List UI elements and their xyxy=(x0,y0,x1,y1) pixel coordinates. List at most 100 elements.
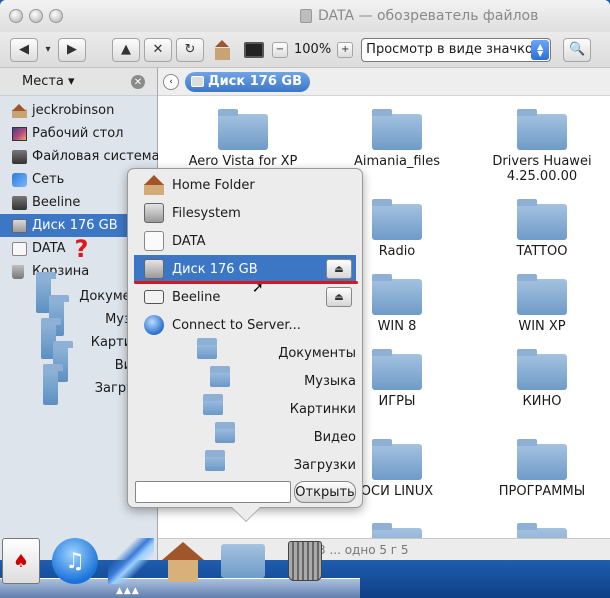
folder-item[interactable]: Aimania_files xyxy=(322,109,472,169)
folder-name: Drivers Huawei 4.25.00.00 xyxy=(492,154,592,184)
roof-shape xyxy=(162,542,204,560)
folder-icon xyxy=(372,199,422,240)
sidebar-item-label: Сеть xyxy=(32,172,65,187)
reload-button[interactable]: ↻ xyxy=(176,37,204,62)
popup-item-downloads[interactable]: Загрузки xyxy=(134,450,356,479)
sidebar-item-filesystem[interactable]: Файловая система xyxy=(0,145,160,168)
popup-item-filesystem[interactable]: Filesystem xyxy=(134,199,356,227)
folder-dock-icon[interactable] xyxy=(220,538,266,584)
folder-item[interactable]: Aero Vista for XP xyxy=(168,109,318,169)
minimize-window-button[interactable] xyxy=(29,9,43,23)
folder-icon xyxy=(221,544,265,578)
select-arrows-icon: ▲ ▼ xyxy=(531,39,550,60)
close-sidebar-button[interactable]: ✕ xyxy=(131,75,145,89)
folder-name: ОСИ LINUX xyxy=(360,484,434,499)
folder-icon xyxy=(210,366,231,387)
home-button[interactable] xyxy=(208,38,236,62)
folder-item[interactable]: TATTOO xyxy=(474,199,610,259)
mouse-cursor-icon: ➚ xyxy=(252,280,264,296)
folder-icon xyxy=(202,394,223,415)
window-title: DATA — обозреватель файлов xyxy=(318,8,539,24)
drive-icon xyxy=(12,195,27,210)
computer-button[interactable] xyxy=(240,38,268,62)
popup-item-label: Connect to Server... xyxy=(172,317,301,333)
folder-name: ПРОГРАММЫ xyxy=(498,484,586,499)
folder-icon xyxy=(517,109,567,150)
popup-item-pictures[interactable]: Картинки xyxy=(134,394,356,423)
popup-item-label: Home Folder xyxy=(172,177,255,193)
folder-icon xyxy=(372,439,422,480)
solitaire-app-icon[interactable]: ♠ xyxy=(2,538,40,584)
maximize-window-button[interactable] xyxy=(49,9,63,23)
zoom-in-button[interactable]: + xyxy=(337,41,354,58)
eject-button[interactable]: ⏏ xyxy=(326,259,352,279)
trash-dock-icon[interactable] xyxy=(282,538,328,584)
dock: ♠ ♫ ▲▲▲ xyxy=(0,530,360,598)
trash-icon xyxy=(12,264,24,279)
search-button[interactable]: 🔍 xyxy=(563,37,592,62)
breadcrumb-disk-176[interactable]: Диск 176 GB xyxy=(185,71,310,92)
popup-item-label: Картинки xyxy=(289,401,356,417)
desktop-icon xyxy=(12,126,27,141)
red-underline-annotation xyxy=(134,281,358,284)
popup-item-beeline[interactable]: Beeline ⏏ xyxy=(134,283,356,311)
quill-app-icon[interactable] xyxy=(108,538,154,584)
folder-name: WIN XP xyxy=(518,319,566,334)
popup-item-disk-176[interactable]: Диск 176 GB ⏏ xyxy=(134,255,356,283)
popup-item-connect-server[interactable]: Connect to Server... xyxy=(134,311,356,339)
popup-item-documents[interactable]: Документы xyxy=(134,338,356,367)
disk-icon xyxy=(191,76,204,87)
folder-name: Aero Vista for XP xyxy=(188,154,298,169)
path-back-button[interactable]: ‹ xyxy=(163,73,179,90)
popup-item-label: DATA xyxy=(172,233,206,249)
sidebar-item-home[interactable]: jeckrobinson xyxy=(0,99,157,122)
folder-icon xyxy=(517,274,567,315)
music-app-icon[interactable]: ♫ xyxy=(52,538,98,584)
popup-item-videos[interactable]: Видео xyxy=(134,422,356,451)
drive-icon xyxy=(300,9,312,23)
folder-name: Radio xyxy=(378,244,416,259)
sidebar-title: Места ▾ xyxy=(22,74,75,89)
eject-button[interactable]: ⏏ xyxy=(326,287,352,307)
up-button[interactable]: ▲ xyxy=(112,37,140,62)
folder-item[interactable]: Drivers Huawei 4.25.00.00 xyxy=(474,109,610,184)
location-input[interactable] xyxy=(135,481,291,503)
stop-button[interactable]: ✕ xyxy=(144,37,172,62)
history-dropdown-button[interactable]: ▾ xyxy=(40,42,56,58)
disk-icon xyxy=(144,259,164,279)
sidebar-item-desktop[interactable]: Рабочий стол xyxy=(0,122,157,145)
folder-item[interactable]: WIN XP xyxy=(474,274,610,334)
folder-name: КИНО xyxy=(522,394,562,409)
places-popup-menu: Home Folder Filesystem DATA Диск 176 GB ⏏… xyxy=(127,168,363,521)
sidebar-header[interactable]: Места ▾ ✕ xyxy=(0,68,157,96)
folder-icon xyxy=(372,349,422,390)
question-mark-annotation: ? xyxy=(74,234,89,263)
sidebar-item-label: Рабочий стол xyxy=(32,126,124,141)
folder-item[interactable]: КИНО xyxy=(474,349,610,409)
home-folder-dock-icon[interactable] xyxy=(160,538,206,584)
folder-name: Aimania_files xyxy=(353,154,441,169)
folder-icon xyxy=(517,349,567,390)
folder-item[interactable]: ПРОГРАММЫ xyxy=(474,439,610,499)
folder-icon xyxy=(372,274,422,315)
popup-item-label: Beeline xyxy=(172,289,221,305)
back-button[interactable]: ◀ xyxy=(10,37,38,62)
popup-item-home[interactable]: Home Folder xyxy=(134,171,356,199)
zoom-out-button[interactable]: − xyxy=(272,41,288,58)
sidebar-item-label: Файловая система xyxy=(32,149,160,164)
popup-item-data[interactable]: DATA xyxy=(134,227,356,255)
popup-item-music[interactable]: Музыка xyxy=(134,366,356,395)
folder-name: WIN 8 xyxy=(377,319,417,334)
popup-item-label: Документы xyxy=(278,345,356,361)
disk-icon xyxy=(12,241,27,256)
forward-button[interactable]: ▶ xyxy=(58,37,86,62)
close-window-button[interactable] xyxy=(9,9,23,23)
popup-pointer xyxy=(232,507,260,521)
view-mode-select[interactable]: Просмотр в виде значков ▲ ▼ xyxy=(361,37,552,62)
drive-icon xyxy=(12,149,27,164)
open-button[interactable]: Открыть xyxy=(294,481,356,503)
folder-icon xyxy=(517,439,567,480)
folder-icon xyxy=(214,422,235,443)
folder-icon xyxy=(372,109,422,150)
disk-icon xyxy=(144,203,164,223)
